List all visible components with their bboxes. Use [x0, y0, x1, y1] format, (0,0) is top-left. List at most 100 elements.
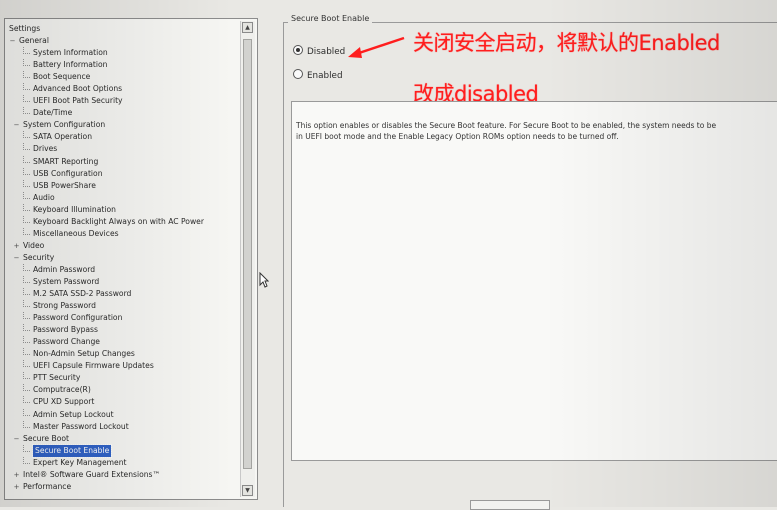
collapse-icon[interactable]: −: [13, 252, 20, 264]
tree-connector: [23, 71, 30, 79]
tree-item[interactable]: M.2 SATA SSD-2 Password: [9, 288, 239, 300]
tree-connector: [23, 131, 30, 139]
tree-item[interactable]: Admin Password: [9, 263, 239, 276]
tree-connector: [23, 203, 30, 211]
tree-item[interactable]: SMART Reporting: [9, 155, 239, 168]
tree-item-label: System Password: [33, 276, 100, 286]
tree-item[interactable]: − Security: [9, 252, 239, 264]
tree-connector: [23, 312, 30, 320]
tree-connector: [23, 107, 30, 115]
tree-item[interactable]: Secure Boot Enable: [9, 443, 239, 458]
tree-item[interactable]: Advanced Boot Options: [9, 83, 239, 95]
scroll-up-arrow-icon[interactable]: ▲: [242, 22, 253, 33]
tree-connector: [23, 360, 30, 368]
tree-item[interactable]: System Password: [9, 275, 239, 288]
scroll-down-arrow-icon[interactable]: ▼: [242, 485, 253, 496]
tree-item-label: Keyboard Backlight Always on with AC Pow…: [33, 216, 204, 226]
annotation-line-1: 关闭安全启动，将默认的Enabled: [413, 31, 720, 55]
tree-item-label: PTT Security: [33, 373, 81, 383]
tree-item[interactable]: + Intel® Software Guard Extensions™: [9, 469, 239, 481]
tree-item[interactable]: Non-Admin Setup Changes: [9, 348, 239, 360]
tree-item-label: Miscellaneous Devices: [33, 228, 119, 238]
collapse-icon[interactable]: −: [13, 433, 20, 445]
tree-item-label: Performance: [23, 481, 72, 491]
tree-item[interactable]: UEFI Boot Path Security: [9, 95, 239, 107]
tree-connector: [23, 408, 30, 416]
tree-item-label: Master Password Lockout: [33, 421, 129, 431]
tree-item-label: Non-Admin Setup Changes: [33, 349, 135, 359]
tree-connector: [23, 336, 30, 344]
tree-item[interactable]: Computrace(R): [9, 384, 239, 396]
tree-item[interactable]: Expert Key Management: [9, 456, 239, 469]
collapse-icon[interactable]: −: [9, 35, 16, 47]
tree-item-label: System Configuration: [23, 120, 106, 130]
bottom-button[interactable]: [470, 500, 550, 510]
tree-item-label: Password Configuration: [33, 313, 123, 323]
tree-item[interactable]: USB PowerShare: [9, 179, 239, 192]
tree-item[interactable]: Admin Setup Lockout: [9, 408, 239, 421]
tree-connector: [23, 83, 30, 91]
tree-item-label: Advanced Boot Options: [33, 84, 123, 94]
tree-item[interactable]: Miscellaneous Devices: [9, 227, 239, 240]
tree-item[interactable]: + Video: [9, 240, 239, 252]
tree-item[interactable]: Settings: [9, 23, 239, 35]
tree-item-label: UEFI Capsule Firmware Updates: [33, 361, 154, 371]
tree-item[interactable]: System Information: [9, 47, 239, 59]
tree-item[interactable]: Drives: [9, 143, 239, 155]
tree-item-label: Drives: [33, 144, 58, 154]
tree-item[interactable]: Keyboard Backlight Always on with AC Pow…: [9, 215, 239, 228]
tree-connector: [23, 59, 30, 67]
tree-item[interactable]: PTT Security: [9, 372, 239, 384]
settings-tree: Settings − General System Information Batter…: [9, 23, 239, 499]
tree-item[interactable]: Keyboard Illumination: [9, 203, 239, 216]
tree-scrollbar[interactable]: ▲ ▼: [240, 21, 255, 497]
tree-item-label: Secure Boot: [23, 433, 69, 443]
tree-connector: [23, 47, 30, 55]
tree-item[interactable]: UEFI Capsule Firmware Updates: [9, 360, 239, 372]
tree-connector: [23, 372, 30, 380]
tree-item[interactable]: Password Change: [9, 336, 239, 348]
tree-connector: [23, 324, 30, 332]
radio-disabled[interactable]: Disabled: [293, 45, 345, 57]
tree-item-label: Boot Sequence: [33, 72, 91, 82]
tree-item[interactable]: − General: [9, 35, 239, 47]
tree-item[interactable]: + Performance: [9, 481, 239, 493]
tree-item-label: Admin Password: [33, 264, 96, 274]
tree-item[interactable]: Boot Sequence: [9, 71, 239, 83]
tree-item[interactable]: Password Configuration: [9, 312, 239, 324]
tree-item[interactable]: Audio: [9, 191, 239, 204]
tree-item[interactable]: Password Bypass: [9, 324, 239, 336]
tree-item[interactable]: Master Password Lockout: [9, 420, 239, 433]
radio-disabled-indicator[interactable]: [293, 45, 303, 55]
tree-item[interactable]: Battery Information: [9, 59, 239, 71]
expand-icon[interactable]: +: [13, 240, 20, 252]
radio-enabled-indicator[interactable]: [293, 69, 303, 79]
tree-item[interactable]: Date/Time: [9, 107, 239, 119]
group-title: Secure Boot Enable: [288, 14, 373, 23]
radio-disabled-label: Disabled: [307, 47, 346, 57]
tree-item-label: Video: [23, 240, 45, 250]
tree-item[interactable]: CPU XD Support: [9, 396, 239, 408]
description-text: This option enables or disables the Secu…: [296, 121, 717, 141]
tree-item-label: Computrace(R): [33, 385, 91, 395]
tree-connector: [23, 396, 30, 404]
tree-item-label: Battery Information: [33, 60, 108, 70]
radio-enabled[interactable]: Enabled: [293, 69, 343, 81]
tree-item[interactable]: USB Configuration: [9, 167, 239, 180]
expand-icon[interactable]: +: [13, 481, 20, 493]
collapse-icon[interactable]: −: [13, 119, 20, 131]
tree-connector: [23, 444, 30, 452]
red-arrow-icon: [348, 36, 405, 58]
mouse-cursor-icon: [259, 272, 269, 288]
tree-item[interactable]: SATA Operation: [9, 131, 239, 143]
tree-item-label: Password Change: [33, 337, 100, 347]
tree-item[interactable]: − System Configuration: [9, 119, 239, 131]
expand-icon[interactable]: +: [13, 469, 20, 481]
tree-item-label: Date/Time: [33, 108, 73, 118]
tree-connector: [23, 384, 30, 392]
tree-item-label: Intel® Software Guard Extensions™: [23, 469, 161, 479]
scrollbar-thumb[interactable]: [243, 39, 252, 469]
tree-item[interactable]: Strong Password: [9, 300, 239, 312]
tree-item-label: M.2 SATA SSD-2 Password: [33, 289, 132, 299]
tree-item[interactable]: − Secure Boot: [9, 433, 239, 445]
